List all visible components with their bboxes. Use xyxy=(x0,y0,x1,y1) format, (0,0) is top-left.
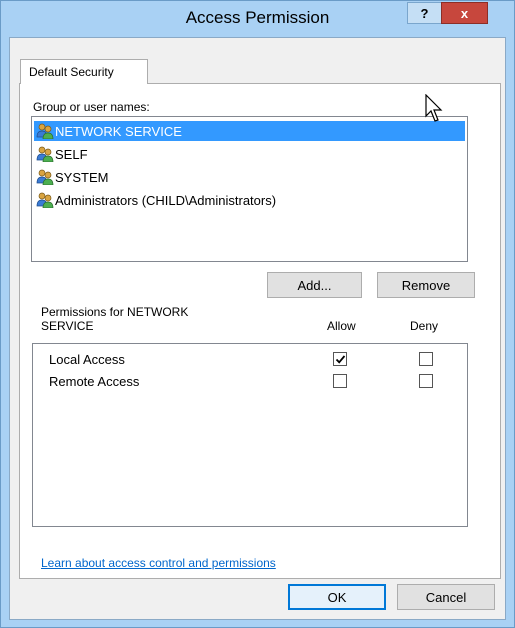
group-or-user-names-label: Group or user names: xyxy=(33,100,150,114)
dialog-client-area: Default Security Group or user names: NE… xyxy=(9,37,506,620)
title-bar[interactable]: Access Permission ? x xyxy=(1,1,514,37)
tab-default-security[interactable]: Default Security xyxy=(20,59,148,84)
user-list-item[interactable]: Administrators (CHILD\Administrators) xyxy=(34,190,465,210)
cancel-button[interactable]: Cancel xyxy=(397,584,495,610)
allow-checkbox[interactable] xyxy=(333,374,347,388)
user-name: SELF xyxy=(55,146,88,162)
remove-button[interactable]: Remove xyxy=(377,272,475,298)
users-icon xyxy=(36,169,54,186)
help-button[interactable]: ? xyxy=(407,2,441,24)
close-button[interactable]: x xyxy=(441,2,488,24)
user-name: NETWORK SERVICE xyxy=(55,123,182,139)
permission-row: Remote Access xyxy=(33,371,467,391)
permission-row: Local Access xyxy=(33,349,467,369)
user-name: SYSTEM xyxy=(55,169,109,185)
access-permission-dialog: Access Permission ? x Default Security G… xyxy=(0,0,515,628)
user-list-item[interactable]: NETWORK SERVICE xyxy=(34,121,465,141)
learn-more-link[interactable]: Learn about access control and permissio… xyxy=(41,556,276,570)
ok-button[interactable]: OK xyxy=(288,584,386,610)
permission-name: Local Access xyxy=(49,352,125,367)
add-button[interactable]: Add... xyxy=(267,272,362,298)
permissions-list: Local Access Remote Access xyxy=(32,343,468,527)
deny-checkbox[interactable] xyxy=(419,374,433,388)
mouse-cursor-icon xyxy=(425,94,443,122)
user-name: Administrators (CHILD\Administrators) xyxy=(55,192,277,208)
users-icon xyxy=(36,146,54,163)
user-list-item[interactable]: SELF xyxy=(34,144,465,164)
user-list[interactable]: NETWORK SERVICE SELF SYSTEM Administrato… xyxy=(31,116,468,262)
permission-name: Remote Access xyxy=(49,374,140,389)
allow-checkbox[interactable] xyxy=(333,352,347,366)
deny-checkbox[interactable] xyxy=(419,352,433,366)
permissions-for-label: Permissions for NETWORK SERVICE xyxy=(41,305,189,333)
users-icon xyxy=(36,123,54,140)
deny-column-header: Deny xyxy=(410,319,439,333)
allow-column-header: Allow xyxy=(327,319,356,333)
users-icon xyxy=(36,192,54,209)
checkmark-icon xyxy=(335,354,345,364)
user-list-item[interactable]: SYSTEM xyxy=(34,167,465,187)
